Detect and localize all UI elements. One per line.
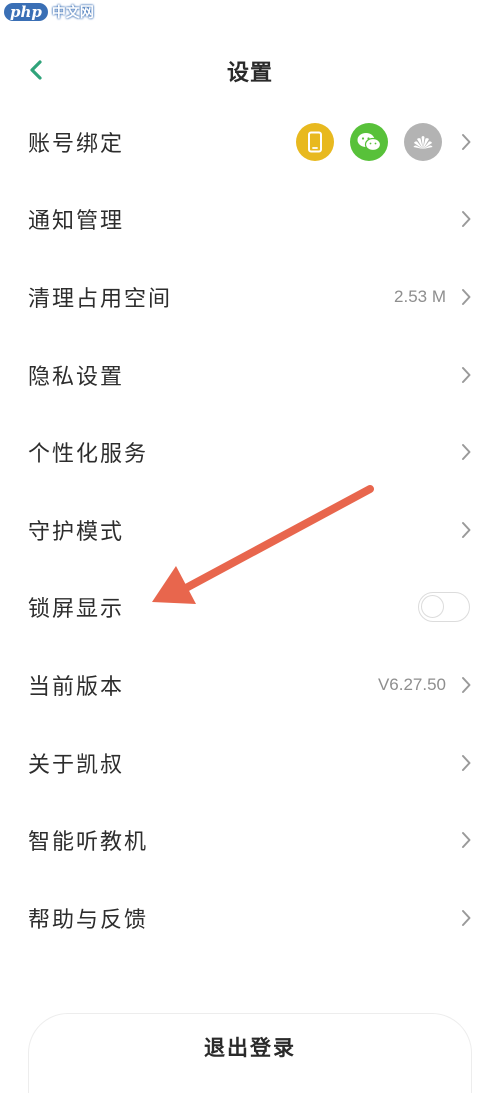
chevron-right-icon <box>462 211 471 228</box>
setting-clear-storage[interactable]: 清理占用空间 2.53 M <box>0 258 500 336</box>
setting-label: 通知管理 <box>28 209 125 235</box>
setting-help-feedback[interactable]: 帮助与反馈 <box>0 879 500 957</box>
setting-account-binding[interactable]: 账号绑定 <box>0 103 500 181</box>
setting-personalization[interactable]: 个性化服务 <box>0 413 500 491</box>
logout-button[interactable]: 退出登录 <box>28 1013 472 1093</box>
chevron-right-icon <box>462 366 471 383</box>
setting-notification-management[interactable]: 通知管理 <box>0 181 500 259</box>
chevron-right-icon <box>462 288 471 305</box>
toggle-knob <box>421 595 444 619</box>
setting-label: 当前版本 <box>28 674 125 700</box>
setting-label: 个性化服务 <box>28 442 149 468</box>
settings-list: 账号绑定 通知管理 清理占用空间 2.53 M 隐私设置 个性化服务 守护模式 … <box>0 103 500 957</box>
setting-label: 守护模式 <box>28 519 125 545</box>
chevron-right-icon <box>462 676 471 693</box>
phone-icon[interactable] <box>296 122 334 161</box>
setting-current-version[interactable]: 当前版本 V6.27.50 <box>0 646 500 724</box>
chevron-right-icon <box>462 133 471 150</box>
setting-label: 隐私设置 <box>28 364 125 390</box>
watermark: php 中文网 <box>4 2 94 22</box>
setting-about[interactable]: 关于凯叔 <box>0 724 500 802</box>
account-icons <box>296 122 442 161</box>
setting-label: 账号绑定 <box>28 131 125 157</box>
chevron-right-icon <box>462 754 471 771</box>
watermark-logo: php <box>4 3 48 21</box>
chevron-right-icon <box>462 909 471 926</box>
setting-label: 锁屏显示 <box>28 597 125 623</box>
setting-label: 帮助与反馈 <box>28 907 149 933</box>
setting-label: 关于凯叔 <box>28 752 125 778</box>
setting-label: 清理占用空间 <box>28 286 173 312</box>
setting-smart-device[interactable]: 智能听教机 <box>0 801 500 879</box>
setting-label: 智能听教机 <box>28 830 149 856</box>
setting-lock-screen-display: 锁屏显示 <box>0 569 500 647</box>
chevron-right-icon <box>462 521 471 538</box>
chevron-right-icon <box>462 444 471 461</box>
header: 设置 <box>0 40 500 100</box>
settings-page: php 中文网 设置 账号绑定 通知管理 清理占用空间 2.53 M 隐私设置 … <box>0 0 500 1111</box>
watermark-text: 中文网 <box>51 5 94 21</box>
wechat-icon[interactable] <box>350 122 388 161</box>
chevron-right-icon <box>462 832 471 849</box>
setting-guardian-mode[interactable]: 守护模式 <box>0 491 500 569</box>
storage-size-value: 2.53 M <box>394 286 446 306</box>
page-title: 设置 <box>226 61 273 86</box>
lock-screen-toggle[interactable] <box>418 592 470 623</box>
setting-privacy[interactable]: 隐私设置 <box>0 336 500 414</box>
huawei-icon[interactable] <box>404 122 442 161</box>
version-value: V6.27.50 <box>377 674 446 694</box>
